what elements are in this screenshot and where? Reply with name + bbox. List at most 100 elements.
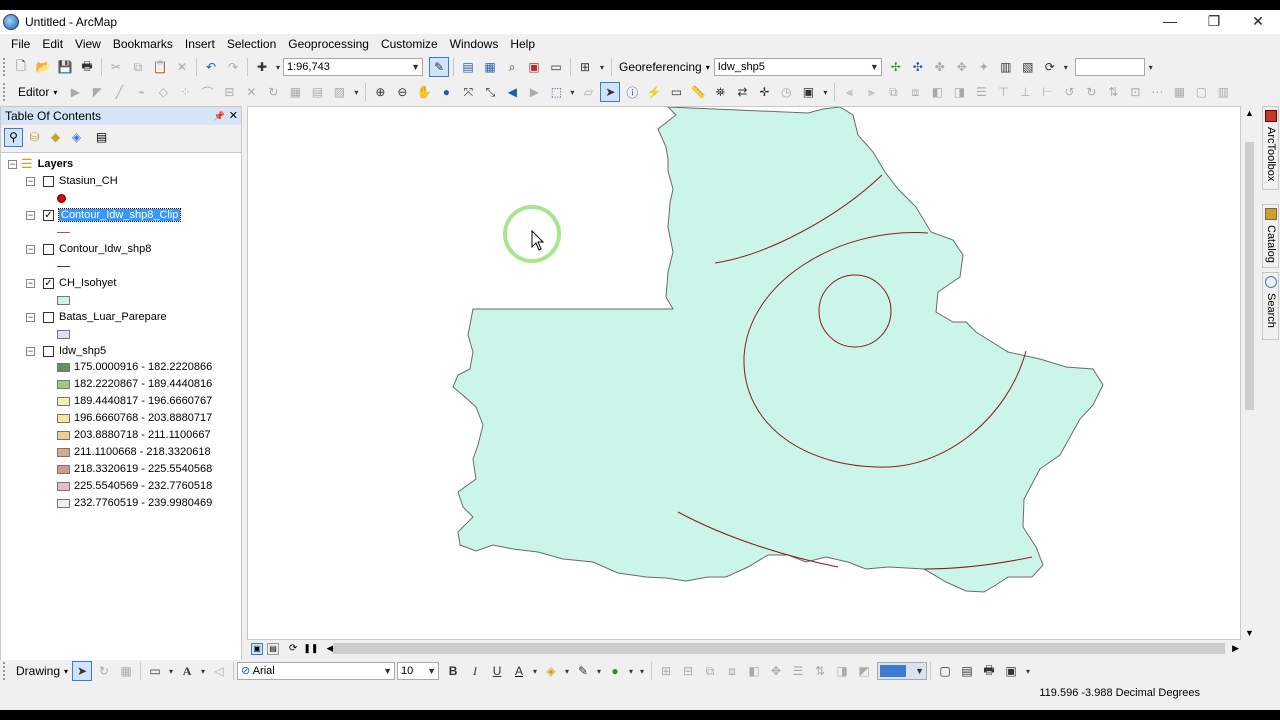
legend-class-row[interactable]: 232.7760519 - 239.9980469: [57, 495, 212, 511]
fill-color-dropdown-icon[interactable]: ▾: [563, 661, 571, 681]
menu-file[interactable]: File: [5, 34, 36, 54]
drawing-menu[interactable]: Drawing: [10, 664, 64, 678]
attributes-icon[interactable]: ▦: [285, 82, 305, 102]
layer-row-ch-isohyet[interactable]: − ✓ CH_Isohyet: [26, 275, 116, 291]
restore-button[interactable]: ❐: [1192, 10, 1236, 34]
rotate-feature-icon[interactable]: ↻: [263, 82, 283, 102]
collapse-icon[interactable]: −: [8, 159, 17, 169]
toolbar-options-icon[interactable]: ▾: [1146, 57, 1156, 77]
collapse-icon[interactable]: −: [26, 346, 35, 356]
delete-icon[interactable]: ✕: [172, 57, 192, 77]
menu-customize[interactable]: Customize: [375, 34, 444, 54]
bring-forward-icon[interactable]: ◨: [832, 661, 852, 681]
align-top-icon[interactable]: ⊤: [993, 82, 1013, 102]
catalog-window-icon[interactable]: ▦: [480, 57, 500, 77]
page-layout-icon[interactable]: ▢: [935, 661, 955, 681]
chart-icon[interactable]: ▥: [1213, 82, 1233, 102]
map-canvas[interactable]: [248, 106, 1242, 641]
list-by-source-icon[interactable]: ⛁: [25, 128, 44, 147]
layer-visibility-checkbox[interactable]: [43, 311, 54, 323]
layer-row-batas-luar[interactable]: − Batas_Luar_Parepare: [26, 309, 167, 325]
graphics-view-icon[interactable]: ▤: [957, 661, 977, 681]
close-button[interactable]: ✕: [1236, 10, 1280, 34]
sketch-tools-icon[interactable]: ◇: [153, 82, 173, 102]
collapse-icon[interactable]: −: [26, 244, 35, 254]
pin-icon[interactable]: 📌: [214, 107, 225, 125]
edit-tool-icon[interactable]: ▶: [65, 82, 85, 102]
editor-menu[interactable]: Editor: [10, 85, 53, 99]
cut-polygon-icon[interactable]: ⊟: [219, 82, 239, 102]
redo-icon[interactable]: ↷: [223, 57, 243, 77]
scroll-thumb[interactable]: [333, 643, 1225, 654]
order-icon[interactable]: ◧: [744, 661, 764, 681]
rotate-flip-icon[interactable]: ⇅: [810, 661, 830, 681]
map-display[interactable]: [247, 106, 1241, 640]
menu-selection[interactable]: Selection: [221, 34, 282, 54]
nudge-icon[interactable]: ⊢: [1037, 82, 1057, 102]
georef-layer-combo[interactable]: Idw_shp5 ▼: [713, 58, 882, 76]
editor-toolbar-icon[interactable]: ✎: [429, 57, 449, 77]
menu-geoprocessing[interactable]: Geoprocessing: [282, 34, 375, 54]
layer-row-stasiun-ch[interactable]: − Stasiun_CH: [26, 173, 118, 189]
send-back-icon[interactable]: ◨: [949, 82, 969, 102]
pan-hand-icon[interactable]: ✋: [414, 82, 434, 102]
rotate-element-icon[interactable]: ↻: [94, 661, 114, 681]
layout-view-icon[interactable]: ▤: [267, 642, 279, 655]
auto-registration-icon[interactable]: ✣: [908, 57, 928, 77]
cut-icon[interactable]: ✂: [106, 57, 126, 77]
collapse-icon[interactable]: −: [26, 210, 35, 220]
group-icon[interactable]: ⧉: [883, 82, 903, 102]
bring-front-icon[interactable]: ◧: [927, 82, 947, 102]
rotate-icon[interactable]: ✤: [930, 57, 950, 77]
python-window-icon[interactable]: ▭: [546, 57, 566, 77]
list-by-visibility-icon[interactable]: ◆: [46, 128, 65, 147]
open-folder-icon[interactable]: 📂: [33, 57, 53, 77]
layer-visibility-checkbox[interactable]: [43, 243, 54, 255]
font-color-icon[interactable]: A: [509, 661, 529, 681]
rectangle-icon[interactable]: ▭: [145, 661, 165, 681]
layer-row-contour[interactable]: − Contour_Idw_shp8: [26, 241, 151, 257]
viewer-icon[interactable]: ▧: [1018, 57, 1038, 77]
html-popup-icon[interactable]: ▭: [666, 82, 686, 102]
toolbar-grip[interactable]: [3, 662, 7, 680]
font-size-combo[interactable]: 10 ▼: [397, 662, 440, 680]
ungroup-elements-icon[interactable]: ⧈: [722, 661, 742, 681]
table-icon[interactable]: ▦: [1169, 82, 1189, 102]
zoom-whole-page-icon[interactable]: ▦: [116, 661, 136, 681]
frame-icon[interactable]: ▢: [1191, 82, 1211, 102]
legend-class-row[interactable]: 218.3320619 - 225.5540568: [57, 461, 212, 477]
underline-button[interactable]: U: [487, 661, 507, 681]
list-by-selection-icon[interactable]: ◈: [67, 128, 86, 147]
marker-color-dropdown-icon[interactable]: ▾: [627, 661, 635, 681]
legend-class-row[interactable]: 189.4440817 - 196.6660767: [57, 393, 212, 409]
layer-name[interactable]: Contour_Idw_shp8_Clip: [57, 208, 182, 222]
shift-icon[interactable]: ✥: [952, 57, 972, 77]
scale-tool-icon[interactable]: ✦: [974, 57, 994, 77]
rotate-view-icon[interactable]: ⟳: [1040, 57, 1060, 77]
toolbar-options-icon[interactable]: ▾: [637, 661, 647, 681]
menu-bookmarks[interactable]: Bookmarks: [107, 34, 179, 54]
distribute-icon[interactable]: ☰: [971, 82, 991, 102]
legend-class-row[interactable]: 203.8880718 - 211.1100667: [57, 427, 211, 443]
back-extent-icon[interactable]: ◀: [502, 82, 522, 102]
undo-icon[interactable]: ↶: [201, 57, 221, 77]
layer-row-idw-shp5[interactable]: − Idw_shp5: [26, 343, 106, 359]
rotation-input[interactable]: [1074, 58, 1145, 76]
layer-visibility-checkbox[interactable]: [43, 175, 54, 187]
menu-windows[interactable]: Windows: [444, 34, 505, 54]
list-by-drawing-order-icon[interactable]: ⚲: [4, 127, 23, 147]
view-link-table-icon[interactable]: ▥: [996, 57, 1016, 77]
georeferencing-menu[interactable]: Georeferencing: [615, 60, 706, 74]
zoom-out-icon[interactable]: ⊖: [392, 82, 412, 102]
text-dropdown-icon[interactable]: ▾: [199, 661, 207, 681]
layer-name[interactable]: CH_Isohyet: [59, 277, 116, 289]
text-icon[interactable]: A: [177, 661, 197, 681]
line-color-dropdown-icon[interactable]: ▾: [595, 661, 603, 681]
toolbar-grip[interactable]: [3, 83, 7, 101]
identify-icon[interactable]: ⓘ: [622, 82, 642, 102]
copy-icon[interactable]: ⧉: [128, 57, 148, 77]
add-data-dropdown-icon[interactable]: ▾: [274, 57, 282, 77]
search-tab[interactable]: Search: [1262, 272, 1279, 340]
collapse-icon[interactable]: −: [26, 312, 35, 322]
drawing-dropdown-icon[interactable]: ▾: [64, 667, 68, 676]
